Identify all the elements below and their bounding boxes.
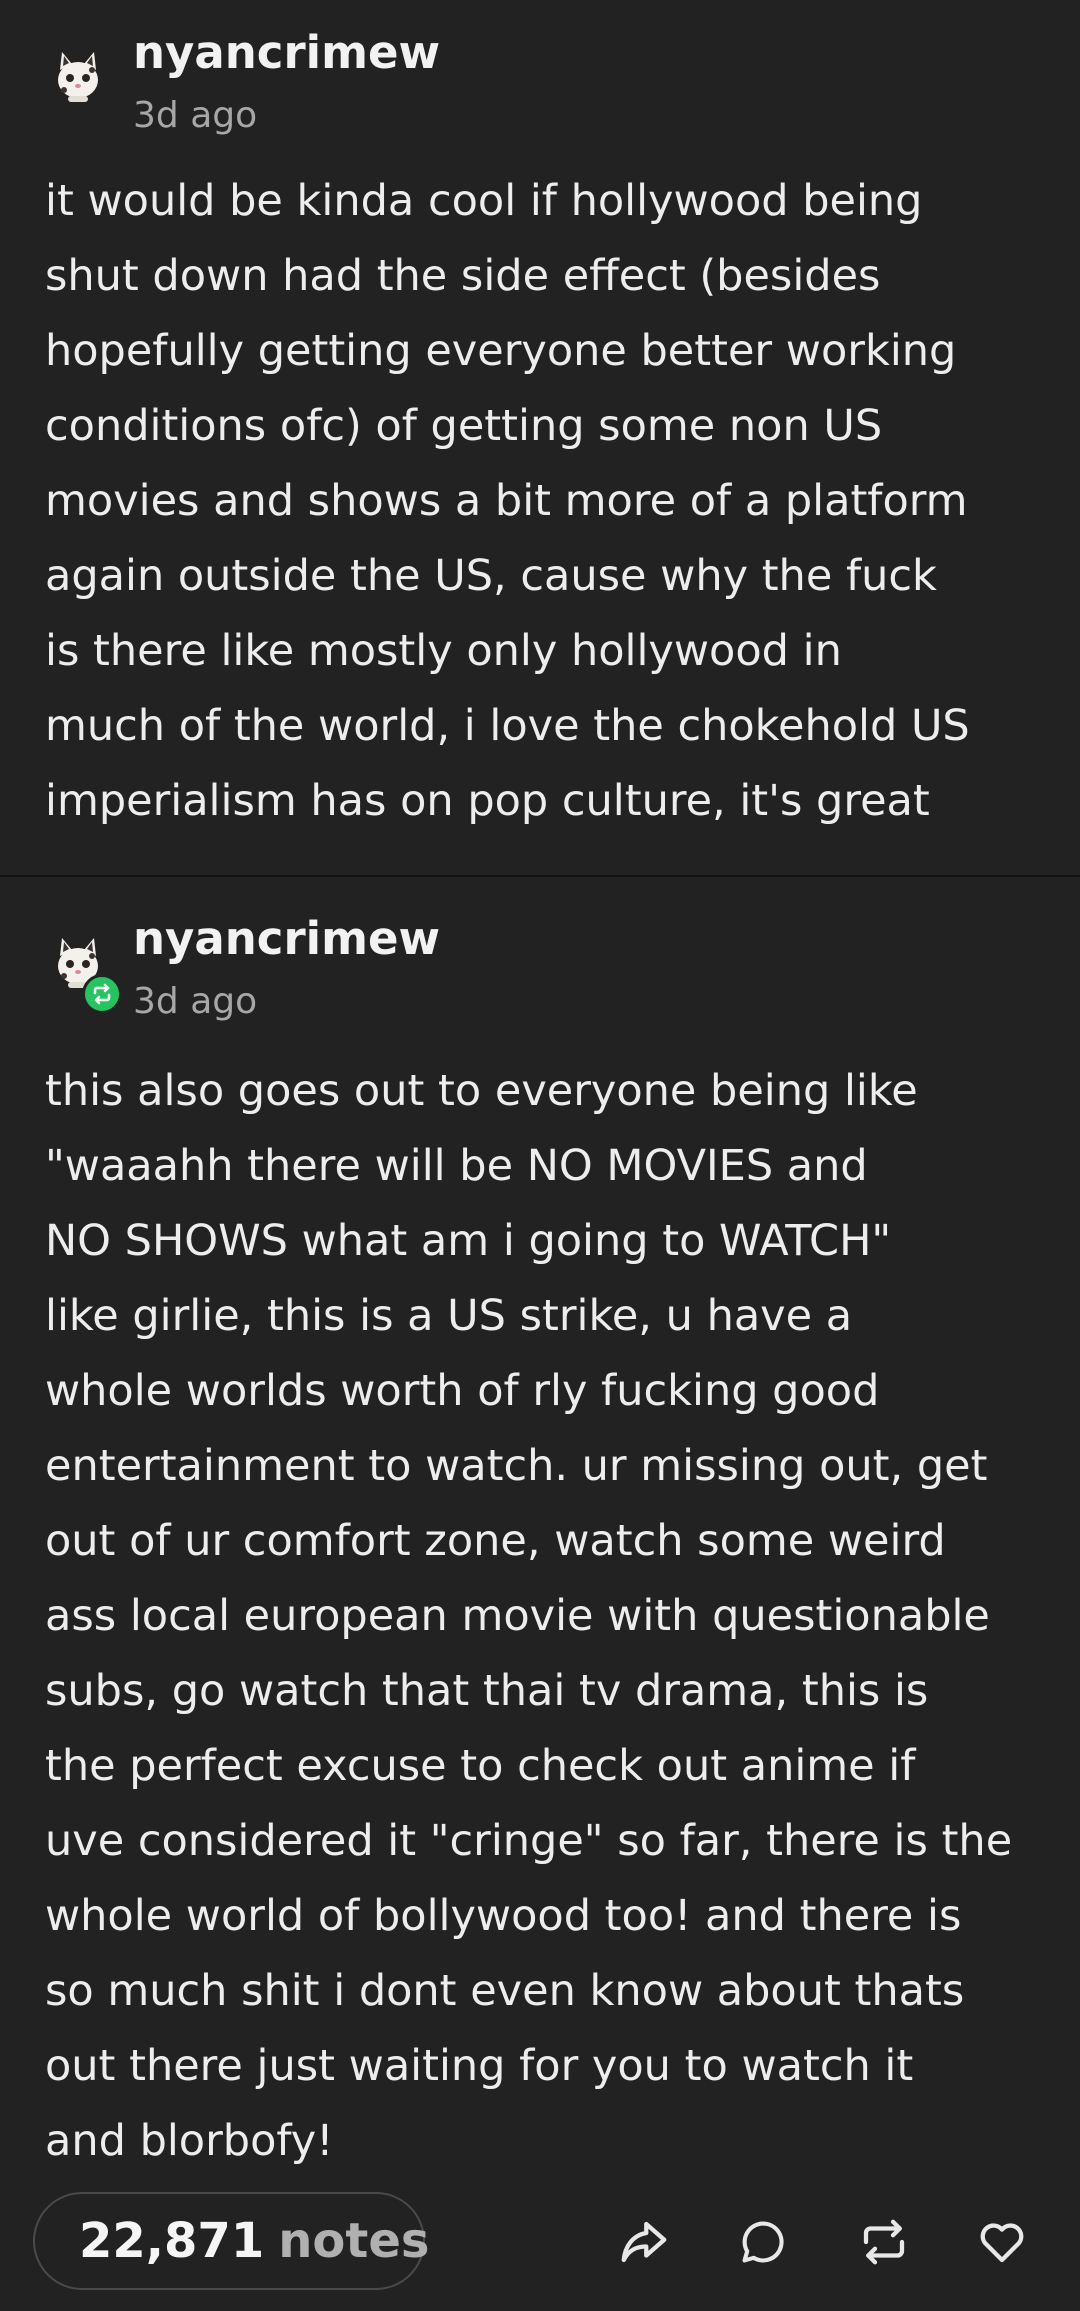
- reply-button[interactable]: [733, 2212, 793, 2272]
- share-icon: [621, 2221, 667, 2263]
- post-body-line: "waaahh there will be NO MOVIES and: [45, 1141, 868, 1191]
- post-body-line: out of ur comfort zone, watch some weird: [45, 1516, 946, 1566]
- post-body: it would be kinda cool if hollywood bein…: [45, 164, 1045, 839]
- post-body-line: uve considered it "cringe" so far, there…: [45, 1816, 1013, 1866]
- post-body-line: like girlie, this is a US strike, u have…: [45, 1291, 853, 1341]
- post-body-line: much of the world, i love the chokehold …: [45, 701, 970, 751]
- post-body-line: whole world of bollywood too! and there …: [45, 1891, 962, 1941]
- post-body-line: NO SHOWS what am i going to WATCH": [45, 1216, 892, 1266]
- post-body-line: imperialism has on pop culture, it's gre…: [45, 776, 930, 826]
- post-body-line: and blorbofy!: [45, 2116, 334, 2166]
- post-body-line: entertainment to watch. ur missing out, …: [45, 1441, 988, 1491]
- reblog-button[interactable]: [854, 2212, 914, 2272]
- post-body-line: the perfect excuse to check out anime if: [45, 1741, 916, 1791]
- post-body-line: ass local european movie with questionab…: [45, 1591, 990, 1641]
- post-body-line: is there like mostly only hollywood in: [45, 626, 842, 676]
- reblog-badge-icon: [93, 983, 111, 1005]
- post-timestamp[interactable]: 3d ago: [133, 95, 257, 136]
- notes-button[interactable]: 22,871 notes: [33, 2192, 429, 2290]
- reblog-badge: [82, 974, 122, 1014]
- heart-icon: [980, 2223, 1024, 2263]
- post-body-line: it would be kinda cool if hollywood bein…: [45, 176, 923, 226]
- post-body: this also goes out to everyone being lik…: [45, 1054, 1045, 2179]
- post-timestamp[interactable]: 3d ago: [133, 981, 257, 1022]
- cat-avatar-icon: [58, 52, 98, 102]
- post-username[interactable]: nyancrimew: [133, 26, 440, 79]
- reblog-post: nyancrimew 3d ago this also goes out to …: [0, 877, 1080, 2177]
- notes-count: 22,871: [79, 2213, 265, 2269]
- post-body-line: hopefully getting everyone better workin…: [45, 326, 957, 376]
- share-button[interactable]: [614, 2212, 674, 2272]
- reblog-icon: [863, 2219, 905, 2265]
- post-body-line: out there just waiting for you to watch …: [45, 2041, 914, 2091]
- post-body-line: subs, go watch that thai tv drama, this …: [45, 1666, 929, 1716]
- post-body-line: this also goes out to everyone being lik…: [45, 1066, 918, 1116]
- original-post: nyancrimew 3d ago it would be kinda cool…: [0, 0, 1080, 876]
- post-username[interactable]: nyancrimew: [133, 912, 440, 965]
- post-body-line: shut down had the side effect (besides: [45, 251, 881, 301]
- post-footer: 22,871 notes: [0, 2178, 1080, 2311]
- reply-icon: [742, 2221, 784, 2263]
- notes-label: notes: [278, 2213, 430, 2269]
- post-body-line: again outside the US, cause why the fuck: [45, 551, 937, 601]
- like-button[interactable]: [972, 2212, 1032, 2272]
- post-body-line: conditions ofc) of getting some non US: [45, 401, 883, 451]
- post-body-line: so much shit i dont even know about that…: [45, 1966, 965, 2016]
- post-body-line: movies and shows a bit more of a platfor…: [45, 476, 968, 526]
- post-body-line: whole worlds worth of rly fucking good: [45, 1366, 880, 1416]
- avatar[interactable]: [50, 46, 106, 106]
